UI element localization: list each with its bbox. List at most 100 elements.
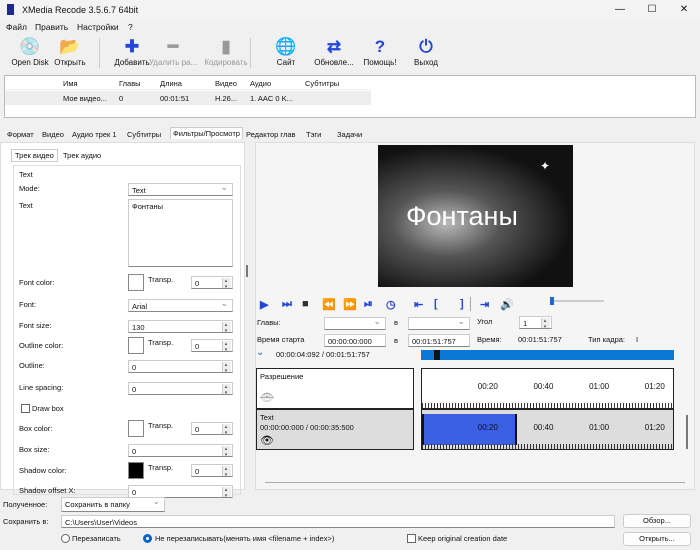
frame-type-label: Тип кадра: [588,335,626,344]
browse-button[interactable]: Обзор... [623,514,691,528]
volume-thumb[interactable] [550,297,554,305]
stop-icon[interactable]: ■ [302,298,309,310]
track-header-resolution[interactable]: Разрешение 👁 [256,368,414,409]
text-label: Text [19,201,33,210]
tab-1[interactable]: Видео [42,130,64,139]
color-swatch[interactable] [128,462,144,479]
horizontal-scrollbar[interactable] [265,482,685,483]
play-icon[interactable]: ▶ [260,298,268,311]
transp-spinner[interactable]: 0 [191,276,233,289]
column-header[interactable]: Имя [63,79,78,88]
timeline-tick-label: 00:40 [533,382,554,391]
received-select[interactable]: Сохранить в папку [61,496,165,512]
rewind-icon[interactable]: ⏪ [322,298,336,311]
subtab-audio[interactable]: Трек аудио [63,151,101,160]
minimize-button[interactable]: — [605,3,635,17]
color-swatch[interactable] [128,337,144,354]
draw-box-checkbox[interactable] [21,404,30,413]
go-end-icon[interactable]: ⇥ [480,298,489,311]
volume-icon[interactable]: 🔊 [500,298,514,311]
field-label: Outline color: [19,341,64,350]
menu-file[interactable]: Файл [6,22,27,32]
seek-thumb[interactable] [434,350,441,360]
color-swatch[interactable] [128,274,144,291]
transp-spinner[interactable]: 0 [191,464,233,477]
column-header[interactable]: Субтитры [305,79,339,88]
go-start-icon[interactable]: ⇤ [414,298,423,311]
tab-7[interactable]: Задачи [337,130,362,139]
column-header[interactable]: Видео [215,79,237,88]
keep-date-checkbox[interactable] [407,534,416,543]
encode-icon: ▮ [221,37,231,56]
column-header[interactable]: Длина [160,79,182,88]
toolbar-button-8[interactable]: ⏻ Выход [398,36,454,67]
timeline-tick-label: 01:00 [589,382,610,391]
transp-spinner[interactable]: 0 [191,339,233,352]
angle-spinner[interactable]: 1 [519,316,552,329]
table-cell: H.26... [215,94,238,103]
value-spinner[interactable]: 0 [128,444,233,457]
table-cell: 1. AAC 0 K... [250,94,293,103]
overwrite-label: Перезаписать [72,534,121,543]
value-spinner[interactable]: 0 [128,382,233,395]
mark-in-icon[interactable]: [ [434,298,438,310]
tab-2[interactable]: Аудио трек 1 [72,130,117,139]
tab-4[interactable]: Фильтры/Просмотр [170,127,243,139]
no-overwrite-radio[interactable] [143,534,152,543]
tab-5[interactable]: Редактор глав [246,130,295,139]
transp-label: Transp. [148,421,174,430]
toolbar-button-1[interactable]: 📂 Открыть [42,36,98,67]
column-header[interactable]: Главы [119,79,141,88]
eye-icon[interactable]: 👁 [260,434,274,447]
menu-edit[interactable]: Править [35,22,68,32]
eye-hidden-icon[interactable]: 👁 [260,391,274,404]
tab-0[interactable]: Формат [7,130,34,139]
mark-out-icon[interactable]: ] [460,298,464,310]
chapter-from-select[interactable] [324,316,386,330]
text-clip[interactable] [422,414,517,445]
value-spinner[interactable]: 130 [128,320,233,333]
fast-forward-icon[interactable]: ⏩ [343,298,357,311]
timeline-tick-label: 01:20 [644,423,665,432]
menu-bar: Файл Править Настройки ? [0,20,700,34]
open-folder-button[interactable]: Открыть... [623,532,691,546]
tab-3[interactable]: Субтитры [127,130,161,139]
overwrite-radio[interactable] [61,534,70,543]
color-swatch[interactable] [128,420,144,437]
text-input[interactable]: Фонтаны [128,199,233,267]
font-select[interactable]: Arial [128,298,233,312]
clock-icon[interactable]: ◷ [386,298,396,311]
close-button[interactable]: ✕ [669,3,699,17]
collapse-chevron-icon[interactable]: ⌄ [256,347,264,358]
step-icon[interactable]: ⏯ [364,298,373,311]
column-header[interactable]: Аудио [250,79,271,88]
start-time-input[interactable]: 00:00:00:000 [324,334,386,347]
next-frame-icon[interactable]: ⏭ [282,298,292,311]
menu-help[interactable]: ? [128,22,133,32]
end-time-input[interactable]: 00:01:51:757 [408,334,470,347]
app-icon [7,4,14,15]
video-preview: Фонтаны ✦ [378,145,573,287]
volume-slider[interactable] [550,297,604,305]
file-list[interactable]: Имя Главы Длина Видео Аудио Субтитры Мое виде… [4,75,696,118]
table-row[interactable]: Мое видео... 0 00:01:51 H.26... 1. AAC 0 K..… [5,91,371,105]
tab-6[interactable]: Тэги [306,130,321,139]
vertical-scrollbar[interactable] [686,415,688,449]
value-spinner[interactable]: 0 [128,360,233,373]
splitter-handle[interactable] [246,265,248,277]
chapter-to-select[interactable] [408,316,470,330]
output-path-input[interactable]: C:\Users\User\Videos [61,515,615,528]
field-label: Outline: [19,361,45,370]
timeline-tick-label: 00:20 [477,423,498,432]
timeline-ruler[interactable]: 00:20 00:40 01:00 01:20 [421,368,674,409]
transp-spinner[interactable]: 0 [191,422,233,435]
seek-bar[interactable] [421,350,674,360]
mode-select[interactable]: Text [128,182,233,196]
toolbar-label: Удалить ра... [148,58,198,67]
timeline-lane-text[interactable]: 00:20 00:40 01:00 01:20 [421,409,674,450]
maximize-button[interactable]: ☐ [637,3,667,17]
menu-settings[interactable]: Настройки [77,22,119,32]
frame-type-value: I [636,335,639,344]
subtab-video[interactable]: Трек видео [11,149,58,162]
track-header-text[interactable]: Text 00:00:00:000 / 00:00:35:500 👁 [256,409,414,450]
